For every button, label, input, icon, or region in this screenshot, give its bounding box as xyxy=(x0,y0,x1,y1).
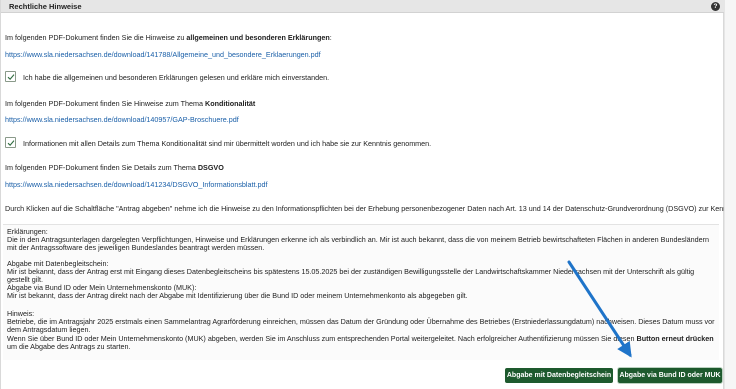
general-declarations-consent[interactable]: Ich habe die allgemeinen und besonderen … xyxy=(5,71,405,83)
dsgvo-link[interactable]: https://www.sla.niedersachsen.de/downloa… xyxy=(5,180,268,189)
general-declarations-link[interactable]: https://www.sla.niedersachsen.de/downloa… xyxy=(5,50,321,59)
bundid-text: Mir ist bekannt, dass der Antrag direkt … xyxy=(7,291,468,300)
panel-title: Rechtliche Hinweise xyxy=(9,2,82,11)
conditionality-link[interactable]: https://www.sla.niedersachsen.de/downloa… xyxy=(5,115,239,124)
checkmark-icon xyxy=(7,140,15,147)
conditionality-checkbox[interactable] xyxy=(5,137,16,148)
notice-text-redirect: Wenn Sie über Bund ID oder Mein Unterneh… xyxy=(7,334,714,351)
dsgvo-submission-note: Durch Klicken auf die Schaltfläche "Antr… xyxy=(5,204,736,213)
dsgvo-intro: Im folgenden PDF-Dokument finden Sie Det… xyxy=(5,163,224,172)
declarations-text: Die in den Antragsunterlagen dargelegten… xyxy=(7,235,710,252)
conditionality-intro: Im folgenden PDF-Dokument finden Sie Hin… xyxy=(5,99,256,108)
conditionality-checkbox-label: Informationen mit allen Details zum Them… xyxy=(23,139,432,148)
data-sheet-text: Mir ist bekannt, dass der Antrag erst mi… xyxy=(7,267,695,284)
panel-header: Rechtliche Hinweise ? xyxy=(1,0,724,13)
conditionality-consent[interactable]: Informationen mit allen Details zum Them… xyxy=(5,137,431,149)
submit-via-bundid-button[interactable]: Abgabe via Bund ID oder MUK xyxy=(618,368,722,383)
declarations-info-block: Erklärungen: Die in den Antragsunterlage… xyxy=(3,225,719,360)
general-declarations-intro: Im folgenden PDF-Dokument finden Sie die… xyxy=(5,33,332,42)
general-declarations-checkbox[interactable] xyxy=(5,71,16,82)
checkmark-icon xyxy=(7,74,15,81)
submit-with-data-sheet-button[interactable]: Abgabe mit Datenbegleitschein xyxy=(505,368,613,383)
notice-text-first-submission: Betriebe, die im Antragsjahr 2025 erstma… xyxy=(7,317,715,334)
help-icon[interactable]: ? xyxy=(711,2,720,11)
scrollbar-track[interactable] xyxy=(724,0,736,389)
general-declarations-checkbox-label: Ich habe die allgemeinen und besonderen … xyxy=(23,73,330,82)
legal-notices-panel: Rechtliche Hinweise ? Im folgenden PDF-D… xyxy=(0,0,736,389)
